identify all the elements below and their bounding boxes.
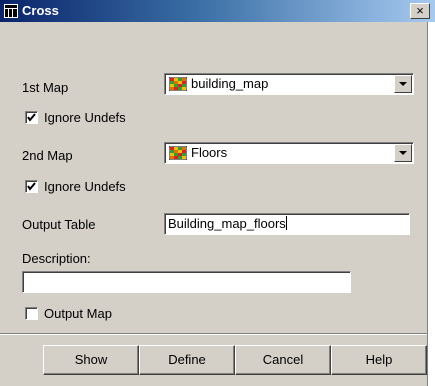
output-table-value: Building_map_floors	[168, 216, 286, 231]
raster-map-icon	[169, 77, 187, 91]
output-map-checkbox[interactable]	[25, 307, 38, 320]
map2-label: 2nd Map	[22, 148, 73, 163]
cross-dialog: Cross × 1st Map building_map Ignore Unde…	[0, 0, 435, 386]
ignore-undefs-1-checkbox[interactable]	[25, 111, 38, 124]
description-label: Description:	[22, 251, 91, 266]
map1-value: building_map	[191, 76, 269, 91]
map1-label: 1st Map	[22, 80, 69, 95]
cancel-button[interactable]: Cancel	[235, 345, 331, 375]
close-button[interactable]: ×	[410, 3, 430, 19]
map1-dropdown-button[interactable]	[394, 75, 412, 93]
show-button[interactable]: Show	[43, 345, 139, 375]
chevron-down-icon	[399, 151, 407, 155]
map1-select[interactable]: building_map	[164, 73, 414, 95]
close-icon: ×	[416, 3, 424, 18]
ignore-undefs-2-label: Ignore Undefs	[44, 179, 126, 194]
window-title: Cross	[22, 3, 59, 18]
title-bar[interactable]: Cross ×	[0, 0, 435, 22]
map2-value: Floors	[191, 145, 228, 160]
description-input[interactable]	[22, 271, 351, 293]
divider	[0, 333, 427, 335]
map2-select[interactable]: Floors	[164, 142, 414, 164]
map2-dropdown-button[interactable]	[394, 144, 412, 162]
text-caret	[285, 216, 287, 230]
raster-map-icon	[169, 146, 187, 160]
table-icon	[4, 4, 18, 18]
ignore-undefs-1-label: Ignore Undefs	[44, 110, 126, 125]
define-button[interactable]: Define	[139, 345, 235, 375]
output-table-input[interactable]: Building_map_floors	[164, 213, 410, 235]
chevron-down-icon	[399, 82, 407, 86]
output-table-label: Output Table	[22, 217, 96, 232]
checkmark-icon	[27, 113, 36, 122]
output-map-label: Output Map	[44, 306, 112, 321]
help-button[interactable]: Help	[331, 345, 427, 375]
checkmark-icon	[27, 182, 36, 191]
ignore-undefs-2-checkbox[interactable]	[25, 180, 38, 193]
